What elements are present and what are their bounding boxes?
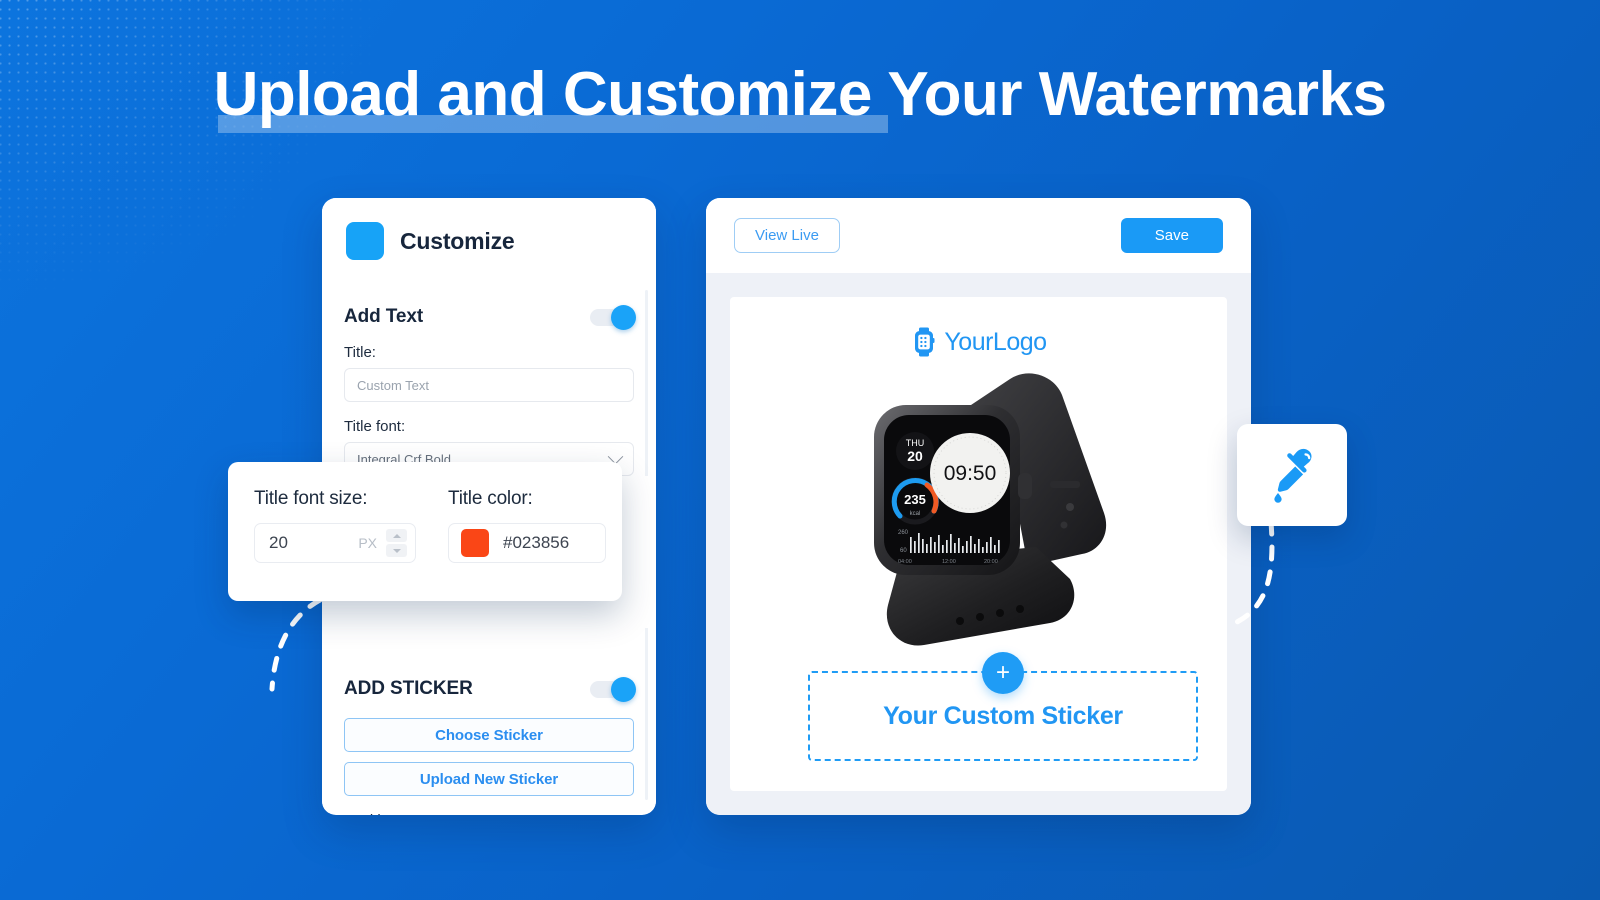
font-size-label: Title font size: bbox=[254, 488, 368, 509]
eyedropper-icon bbox=[1274, 448, 1312, 503]
graph-tick-2: 12:00 bbox=[942, 559, 956, 565]
page-root: Upload and Customize Your Watermarks Cus… bbox=[0, 0, 1600, 900]
headline-container: Upload and Customize Your Watermarks bbox=[0, 60, 1600, 134]
watch-time: 09:50 bbox=[943, 462, 996, 485]
stepper-arrows[interactable] bbox=[386, 529, 407, 557]
customize-panel-header: Customize bbox=[322, 198, 656, 280]
product-image-smartwatch: THU 20 235 kcal 09:50 260 60 04:00 12:00… bbox=[814, 361, 1144, 661]
sticker-drop-zone[interactable]: + Your Custom Sticker bbox=[808, 652, 1198, 761]
save-button[interactable]: Save bbox=[1120, 218, 1223, 253]
choose-sticker-button[interactable]: Choose Sticker bbox=[344, 718, 634, 752]
add-text-toggle[interactable] bbox=[590, 304, 636, 330]
font-size-stepper[interactable]: 20 PX bbox=[254, 523, 416, 563]
graph-tick-1: 04:00 bbox=[898, 559, 912, 565]
sticker-buttons-group: Choose Sticker Upload New Sticker Positi… bbox=[344, 708, 634, 815]
preview-toolbar: View Live Save bbox=[706, 198, 1251, 273]
title-field-label: Title: bbox=[344, 344, 376, 361]
preview-image-card: YourLogo THU 20 235 kcal 09:50 260 60 04… bbox=[730, 297, 1227, 791]
logo-watermark-text: YourLogo bbox=[944, 327, 1047, 356]
watch-date: 20 bbox=[907, 448, 923, 464]
add-sticker-label: ADD STICKER bbox=[344, 678, 473, 699]
page-title: Upload and Customize Your Watermarks bbox=[213, 60, 1387, 134]
add-sticker-section-header: ADD STICKER bbox=[344, 676, 636, 702]
graph-max: 260 bbox=[898, 530, 909, 536]
view-live-button[interactable]: View Live bbox=[734, 218, 840, 253]
stepper-up-icon[interactable] bbox=[386, 529, 407, 542]
customize-panel-title: Customize bbox=[400, 227, 515, 254]
connector-line-right bbox=[1235, 519, 1275, 625]
font-size-unit: PX bbox=[358, 535, 377, 551]
add-sticker-toggle[interactable] bbox=[590, 676, 636, 702]
font-size-group: Title font size: 20 PX bbox=[254, 488, 416, 601]
logo-watermark[interactable]: YourLogo bbox=[910, 327, 1047, 357]
eyedropper-card[interactable] bbox=[1237, 424, 1347, 526]
preview-canvas: YourLogo THU 20 235 kcal 09:50 260 60 04… bbox=[706, 273, 1251, 815]
color-hex-value: #023856 bbox=[503, 533, 570, 552]
add-sticker-plus-button[interactable]: + bbox=[982, 652, 1024, 694]
watch-calories-unit: kcal bbox=[909, 511, 920, 517]
title-font-field-label: Title font: bbox=[344, 418, 406, 435]
page-title-text: Upload and Customize Your Watermarks bbox=[213, 60, 1387, 129]
font-size-value: 20 bbox=[269, 533, 288, 552]
add-text-toggle-knob bbox=[611, 304, 636, 330]
smartwatch-icon bbox=[915, 327, 935, 357]
sticker-zone-label: Your Custom Sticker bbox=[883, 701, 1123, 730]
color-swatch[interactable] bbox=[461, 529, 489, 557]
smartwatch-illustration: THU 20 235 kcal 09:50 260 60 04:00 12:00… bbox=[873, 373, 1106, 646]
position-field-label: Position: bbox=[344, 812, 634, 815]
add-sticker-toggle-knob bbox=[611, 676, 636, 702]
watch-day: THU bbox=[905, 438, 924, 448]
graph-tick-3: 20:00 bbox=[984, 559, 998, 565]
add-text-label: Add Text bbox=[344, 306, 424, 327]
preview-panel: View Live Save YourLogo THU 20 235 kcal … bbox=[706, 198, 1251, 815]
upload-new-sticker-button[interactable]: Upload New Sticker bbox=[344, 762, 634, 796]
graph-min: 60 bbox=[900, 548, 907, 554]
stepper-down-icon[interactable] bbox=[386, 544, 407, 557]
add-text-section-header: Add Text bbox=[344, 280, 636, 330]
watch-calories: 235 bbox=[904, 492, 926, 507]
title-input[interactable]: Custom Text bbox=[344, 368, 634, 402]
title-style-card: Title font size: 20 PX Title color: #023… bbox=[228, 462, 622, 601]
blue-square-icon bbox=[346, 222, 384, 260]
title-color-group: Title color: #023856 bbox=[448, 488, 606, 601]
title-color-label: Title color: bbox=[448, 488, 533, 509]
title-color-field[interactable]: #023856 bbox=[448, 523, 606, 563]
